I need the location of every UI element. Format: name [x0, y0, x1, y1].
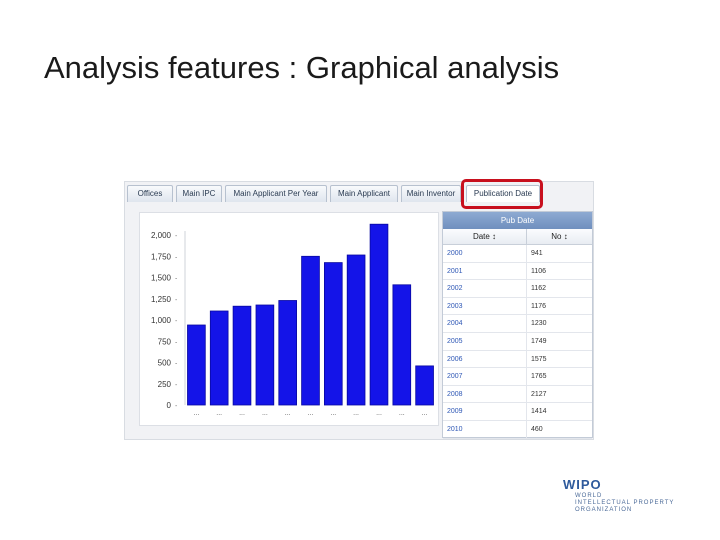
x-tick-label: ... — [239, 410, 245, 417]
date-link[interactable]: 2010 — [443, 421, 527, 438]
count-value: 1106 — [527, 263, 592, 280]
y-tick-mark: - — [175, 276, 178, 283]
date-link[interactable]: 2007 — [443, 368, 527, 385]
logo-line-2: INTELLECTUAL PROPERTY — [575, 500, 674, 506]
date-link[interactable]: 2004 — [443, 315, 527, 332]
y-tick-mark: - — [175, 403, 178, 410]
table-row: 20051749 — [443, 333, 592, 351]
table-row: 20011106 — [443, 263, 592, 281]
date-link[interactable]: 2008 — [443, 386, 527, 403]
wipo-logo: WIPO WORLD INTELLECTUAL PROPERTY ORGANIZ… — [563, 477, 693, 517]
x-tick-label: ... — [422, 410, 428, 417]
highlight-box — [461, 179, 543, 209]
x-tick-label: ... — [399, 410, 405, 417]
x-tick-label: ... — [285, 410, 291, 417]
y-tick-label: 1,250 — [151, 295, 172, 304]
y-tick-label: 2,000 — [151, 231, 172, 240]
count-value: 1176 — [527, 298, 592, 315]
count-value: 1230 — [527, 315, 592, 332]
y-tick-label: 1,000 — [151, 316, 172, 325]
count-value: 1765 — [527, 368, 592, 385]
bar[interactable] — [370, 224, 388, 405]
count-value: 1575 — [527, 351, 592, 368]
y-tick-label: 750 — [158, 337, 172, 346]
table-row: 20021162 — [443, 280, 592, 298]
tab-main-applicant[interactable]: Main Applicant — [330, 185, 398, 202]
app-screenshot: Offices Main IPC Main Applicant Per Year… — [124, 181, 594, 440]
bar[interactable] — [347, 255, 365, 405]
column-header-no[interactable]: No ↕ — [527, 229, 592, 244]
date-link[interactable]: 2003 — [443, 298, 527, 315]
y-tick-mark: - — [175, 254, 178, 261]
y-tick-label: 1,750 — [151, 252, 172, 261]
x-tick-label: ... — [216, 410, 222, 417]
y-tick-mark: - — [175, 318, 178, 325]
table-title: Pub Date — [443, 212, 592, 229]
table-body: 2000941200111062002116220031176200412302… — [443, 245, 592, 439]
logo-line-1: WORLD — [575, 493, 602, 499]
x-tick-label: ... — [193, 410, 199, 417]
table-header: Date ↕ No ↕ — [443, 229, 592, 245]
table-row: 20031176 — [443, 298, 592, 316]
x-tick-label: ... — [376, 410, 382, 417]
bar[interactable] — [256, 305, 274, 405]
y-tick-label: 250 — [158, 380, 172, 389]
pub-date-table: Pub Date Date ↕ No ↕ 2000941200111062002… — [442, 211, 593, 438]
date-link[interactable]: 2000 — [443, 245, 527, 262]
table-row: 2000941 — [443, 245, 592, 263]
x-tick-label: ... — [308, 410, 314, 417]
y-tick-mark: - — [175, 233, 178, 240]
logo-line-3: ORGANIZATION — [575, 507, 632, 513]
date-link[interactable]: 2009 — [443, 403, 527, 420]
bar[interactable] — [210, 311, 228, 405]
y-tick-mark: - — [175, 382, 178, 389]
y-tick-mark: - — [175, 361, 178, 368]
table-row: 20071765 — [443, 368, 592, 386]
chart-panel: 0-250-500-750-1,000-1,250-1,500-1,750-2,… — [139, 212, 439, 426]
count-value: 2127 — [527, 386, 592, 403]
tab-main-inventor[interactable]: Main Inventor — [401, 185, 461, 202]
date-link[interactable]: 2002 — [443, 280, 527, 297]
count-value: 1162 — [527, 280, 592, 297]
table-row: 2010460 — [443, 421, 592, 439]
date-link[interactable]: 2006 — [443, 351, 527, 368]
logo-mark: WIPO — [563, 477, 602, 492]
y-tick-label: 0 — [167, 401, 172, 410]
x-tick-label: ... — [353, 410, 359, 417]
tab-main-ipc[interactable]: Main IPC — [176, 185, 222, 202]
bar[interactable] — [233, 306, 251, 405]
table-row: 20082127 — [443, 386, 592, 404]
bar[interactable] — [188, 325, 206, 405]
y-tick-mark: - — [175, 339, 178, 346]
bar[interactable] — [416, 366, 434, 405]
y-tick-mark: - — [175, 297, 178, 304]
bar[interactable] — [279, 301, 297, 406]
count-value: 1414 — [527, 403, 592, 420]
date-link[interactable]: 2005 — [443, 333, 527, 350]
bar-chart: 0-250-500-750-1,000-1,250-1,500-1,750-2,… — [140, 213, 440, 427]
tab-main-applicant-per-year[interactable]: Main Applicant Per Year — [225, 185, 327, 202]
table-row: 20091414 — [443, 403, 592, 421]
table-row: 20061575 — [443, 351, 592, 369]
count-value: 941 — [527, 245, 592, 262]
table-row: 20041230 — [443, 315, 592, 333]
bar[interactable] — [302, 256, 320, 405]
column-header-date[interactable]: Date ↕ — [443, 229, 527, 244]
bar[interactable] — [393, 285, 411, 405]
slide-title: Analysis features : Graphical analysis — [44, 50, 559, 86]
date-link[interactable]: 2001 — [443, 263, 527, 280]
y-tick-label: 1,500 — [151, 274, 172, 283]
count-value: 460 — [527, 421, 592, 438]
x-tick-label: ... — [262, 410, 268, 417]
bar[interactable] — [324, 263, 342, 405]
x-tick-label: ... — [330, 410, 336, 417]
y-tick-label: 500 — [158, 359, 172, 368]
tab-offices[interactable]: Offices — [127, 185, 173, 202]
count-value: 1749 — [527, 333, 592, 350]
